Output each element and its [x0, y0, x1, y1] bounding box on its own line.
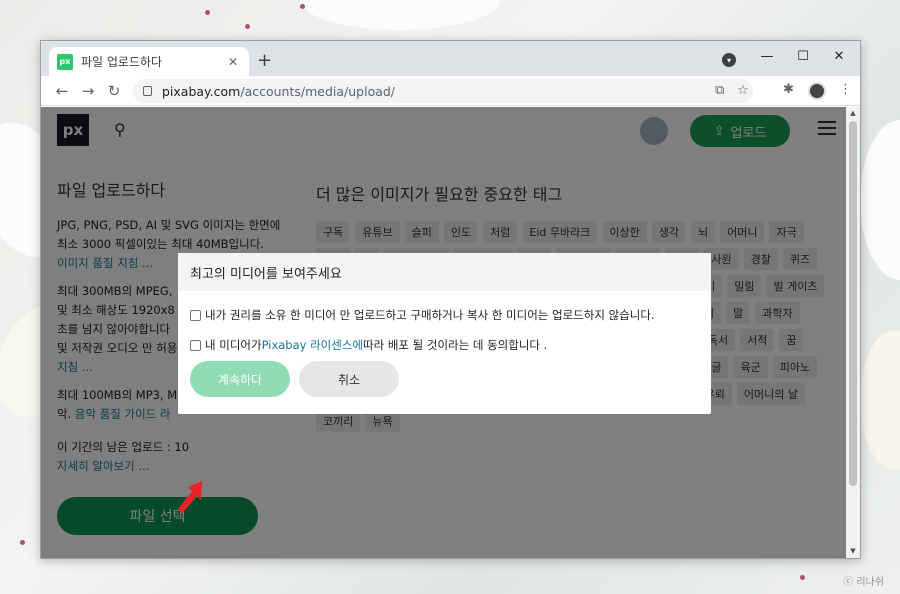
profile-avatar-icon[interactable]: [808, 82, 826, 100]
upload-consent-modal: 최고의 미디어를 보여주세요 내가 권리를 소유 한 미디어 만 업로드하고 구…: [178, 253, 711, 414]
page-scrollbar[interactable]: ▲ ▼: [846, 107, 860, 558]
license-label-end: 따라 배포 될 것이라는 데 동의합니다 .: [363, 338, 548, 352]
background-petal: [300, 0, 500, 30]
watermark: ⓒ 리나쉬: [843, 577, 884, 588]
scroll-thumb[interactable]: [849, 121, 857, 486]
minimize-icon[interactable]: —: [749, 41, 785, 71]
license-checkbox[interactable]: [190, 339, 201, 351]
maximize-icon[interactable]: ☐: [785, 41, 821, 71]
scroll-down-icon[interactable]: ▼: [846, 547, 860, 555]
translate-icon[interactable]: ⧉: [715, 83, 724, 98]
back-icon[interactable]: ←: [49, 82, 75, 100]
scroll-up-icon[interactable]: ▲: [846, 109, 860, 117]
browser-toolbar: ← → ↻ pixabay.com /accounts/media/upload…: [41, 76, 860, 106]
address-bar[interactable]: pixabay.com /accounts/media/upload/ ⧉ ☆: [133, 79, 753, 103]
license-label-start: 내 미디어가: [205, 338, 262, 352]
extensions-icon[interactable]: ✱: [783, 82, 794, 97]
browser-tab[interactable]: px 파일 업로드하다 ✕: [49, 47, 249, 76]
tab-title: 파일 업로드하다: [81, 55, 163, 69]
new-tab-icon[interactable]: +: [257, 50, 272, 71]
license-checkbox-row[interactable]: 내 미디어가 Pixabay 라이센스에 따라 배포 될 것이라는 데 동의합니…: [190, 337, 547, 353]
tab-search-icon[interactable]: ▾: [722, 53, 736, 67]
window-close-icon[interactable]: ✕: [821, 41, 857, 71]
pixabay-license-link[interactable]: Pixabay 라이센스에: [262, 337, 363, 353]
url-path: /accounts/media/upload/: [240, 83, 396, 99]
rights-checkbox-row[interactable]: 내가 권리를 소유 한 미디어 만 업로드하고 구매하거나 복사 한 미디어는 …: [190, 307, 655, 323]
forward-icon[interactable]: →: [75, 82, 101, 100]
background-dot: [205, 10, 210, 15]
cancel-button[interactable]: 취소: [299, 361, 399, 397]
rights-checkbox-label: 내가 권리를 소유 한 미디어 만 업로드하고 구매하거나 복사 한 미디어는 …: [205, 308, 655, 322]
background-dot: [20, 540, 25, 545]
background-dot: [300, 4, 305, 9]
url-host: pixabay.com: [162, 83, 241, 99]
background-petal: [860, 120, 900, 280]
page-viewport: px ⚲ ⇪ 업로드 파일 업로드하다 JPG, PNG, PSD, AI 및 …: [41, 107, 848, 558]
reload-icon[interactable]: ↻: [101, 82, 127, 100]
tab-strip: px 파일 업로드하다 ✕ + ▾ — ☐ ✕: [41, 41, 860, 76]
close-tab-icon[interactable]: ✕: [225, 55, 241, 69]
background-dot: [800, 575, 805, 580]
annotation-arrow-icon: [178, 481, 202, 514]
browser-menu-icon[interactable]: ⋮: [839, 82, 852, 97]
bookmark-star-icon[interactable]: ☆: [737, 83, 749, 98]
lock-icon: [143, 86, 152, 96]
continue-button[interactable]: 계속하다: [190, 361, 290, 397]
background-petal: [860, 330, 900, 470]
browser-window: px 파일 업로드하다 ✕ + ▾ — ☐ ✕ ← → ↻ pixabay.co…: [40, 40, 861, 559]
rights-checkbox[interactable]: [190, 309, 201, 321]
modal-title: 최고의 미디어를 보여주세요: [178, 253, 711, 291]
pixabay-favicon-icon: px: [57, 53, 73, 70]
background-dot: [245, 24, 250, 29]
